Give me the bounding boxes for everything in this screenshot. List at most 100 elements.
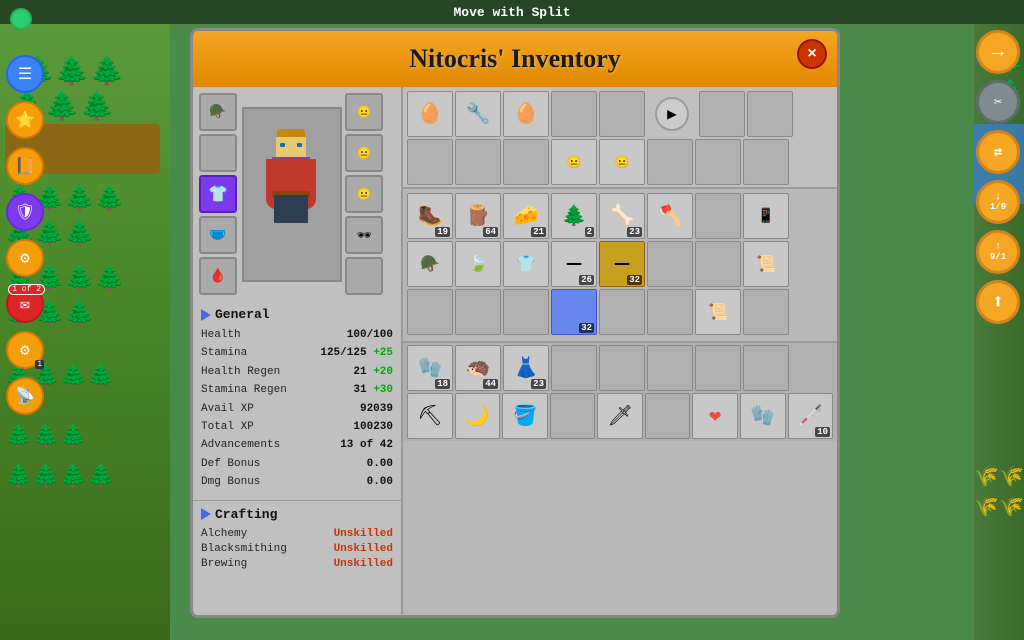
hay-bales-2: 🌾🌾: [974, 494, 1024, 520]
inventory-modal: Nitocris' Inventory × 🪖 👕 🩲 🩸: [190, 28, 840, 618]
main-cell-14[interactable]: [695, 241, 741, 287]
sidebar-icon-shield[interactable]: 🛡: [6, 193, 44, 231]
main-cell-8[interactable]: 🪖: [407, 241, 453, 287]
inv-cell-1-0[interactable]: [407, 139, 453, 185]
right-ui-panel: → ✂ ⇄ ↓1/9 ↑9/1 ⬆: [976, 30, 1020, 324]
inv-cell-1-2[interactable]: [503, 139, 549, 185]
mail-badge: 1 of 2: [8, 284, 45, 295]
bottom-cell-6[interactable]: [695, 345, 741, 391]
stats-section: General Health 100/100 Stamina 125/125 +…: [193, 301, 401, 500]
character-sprite-container: [242, 107, 342, 282]
tool-cell-7[interactable]: 🧤: [740, 393, 786, 439]
tool-cell-0[interactable]: ⛏: [407, 393, 453, 439]
main-cell-17[interactable]: [455, 289, 501, 335]
tool-cell-8[interactable]: 🦯10: [788, 393, 834, 439]
inv-cell-1-6[interactable]: [695, 139, 741, 185]
inv-cell-1-3[interactable]: 😐: [551, 139, 597, 185]
main-cell-19[interactable]: 32: [551, 289, 597, 335]
stat-health-regen: Health Regen 21 +20: [201, 365, 393, 380]
equip-slot-feet[interactable]: 🩸: [199, 257, 237, 295]
terrain-tree-8: 🌲🌲🌲: [5, 424, 87, 450]
down-9-btn[interactable]: ↓1/9: [976, 180, 1020, 224]
sidebar-icon-menu[interactable]: ☰: [6, 55, 44, 93]
main-cell-16[interactable]: [407, 289, 453, 335]
sidebar-icon-settings[interactable]: ⚙ 1: [6, 331, 44, 369]
top-bar: Move with Split: [0, 0, 1024, 24]
main-cell-11[interactable]: ━━26: [551, 241, 597, 287]
bottom-cell-5[interactable]: [647, 345, 693, 391]
equip-slot-r5[interactable]: [345, 257, 383, 295]
main-cell-3[interactable]: 🌲2: [551, 193, 597, 239]
inv-cell-1-4[interactable]: 😐: [599, 139, 645, 185]
up-9-btn[interactable]: ↑9/1: [976, 230, 1020, 274]
main-cell-18[interactable]: [503, 289, 549, 335]
tool-cell-2[interactable]: 🪣: [502, 393, 548, 439]
main-cell-2[interactable]: 🧀21: [503, 193, 549, 239]
nav-arrow-space: ▶: [647, 91, 697, 137]
bottom-inv-section: 🧤18 🦔44 👗23 ⛏ 🌙 🪣 🗡: [403, 341, 837, 441]
tool-cell-4[interactable]: 🗡: [597, 393, 643, 439]
stat-dmg-bonus: Dmg Bonus 0.00: [201, 475, 393, 490]
top-inv-section: 🥚 🔧 🥚 ▶ 😐: [403, 87, 837, 189]
bottom-cell-3[interactable]: [551, 345, 597, 391]
move-btn[interactable]: ⬆: [976, 280, 1020, 324]
main-cell-21[interactable]: [647, 289, 693, 335]
equip-slot-legs[interactable]: 🩲: [199, 216, 237, 254]
equip-slot-neck[interactable]: [199, 134, 237, 172]
sidebar-icon-star[interactable]: ⭐: [6, 101, 44, 139]
inv-cell-0-4[interactable]: [599, 91, 645, 137]
inv-cell-0-0[interactable]: 🥚: [407, 91, 453, 137]
inv-cell-0-1[interactable]: 🔧: [455, 91, 501, 137]
main-cell-1[interactable]: 🪵64: [455, 193, 501, 239]
main-cell-12[interactable]: ━━32: [599, 241, 645, 287]
tool-cell-5[interactable]: [645, 393, 691, 439]
bottom-cell-0[interactable]: 🧤18: [407, 345, 453, 391]
main-cell-23[interactable]: [743, 289, 789, 335]
inv-cell-0-7[interactable]: [747, 91, 793, 137]
inv-cell-1-7[interactable]: [743, 139, 789, 185]
swap-btn[interactable]: ⇄: [976, 130, 1020, 174]
main-cell-13[interactable]: [647, 241, 693, 287]
main-cell-4[interactable]: 🦴23: [599, 193, 645, 239]
main-cell-10[interactable]: 👕: [503, 241, 549, 287]
arrow-right-btn[interactable]: →: [976, 30, 1020, 74]
inv-cell-0-6[interactable]: [699, 91, 745, 137]
equip-slot-head[interactable]: 🪖: [199, 93, 237, 131]
equip-slot-r1[interactable]: 😐: [345, 93, 383, 131]
main-cell-15[interactable]: 📜: [743, 241, 789, 287]
sidebar-icon-radio[interactable]: 📡: [6, 377, 44, 415]
inv-row-1: 🥚 🔧 🥚 ▶: [407, 91, 833, 137]
tool-cell-6[interactable]: ❤: [692, 393, 738, 439]
inv-cell-0-3[interactable]: [551, 91, 597, 137]
char-head: [276, 137, 306, 159]
bottom-cell-1[interactable]: 🦔44: [455, 345, 501, 391]
equip-slot-r3[interactable]: 😐: [345, 175, 383, 213]
nav-arrow-button[interactable]: ▶: [655, 97, 689, 131]
tool-cell-3[interactable]: [550, 393, 596, 439]
sidebar-icon-book[interactable]: 📙: [6, 147, 44, 185]
main-cell-7[interactable]: 📱: [743, 193, 789, 239]
main-cell-5[interactable]: 🪓: [647, 193, 693, 239]
inv-cell-1-1[interactable]: [455, 139, 501, 185]
main-cell-20[interactable]: [599, 289, 645, 335]
tool-cell-1[interactable]: 🌙: [455, 393, 501, 439]
inv-cell-1-5[interactable]: [647, 139, 693, 185]
bottom-cell-7[interactable]: [743, 345, 789, 391]
sidebar-icon-mail[interactable]: ✉ 1 of 2: [6, 285, 44, 323]
close-button[interactable]: ×: [797, 39, 827, 69]
equip-slot-r2[interactable]: 😐: [345, 134, 383, 172]
bottom-cell-2[interactable]: 👗23: [503, 345, 549, 391]
main-cell-6[interactable]: [695, 193, 741, 239]
main-cell-9[interactable]: 🍃: [455, 241, 501, 287]
craft-brewing: Brewing Unskilled: [201, 558, 393, 570]
bottom-cell-4[interactable]: [599, 345, 645, 391]
tools-btn[interactable]: ✂: [976, 80, 1020, 124]
sidebar-icon-gear[interactable]: ⚙: [6, 239, 44, 277]
left-sidebar-icons: ☰ ⭐ 📙 🛡 ⚙ ✉ 1 of 2 ⚙ 1 📡: [6, 55, 44, 415]
stats-title: General: [215, 307, 270, 322]
equip-slot-chest[interactable]: 👕: [199, 175, 237, 213]
main-cell-22[interactable]: 📜: [695, 289, 741, 335]
equip-slot-r4[interactable]: 🕶: [345, 216, 383, 254]
inv-cell-0-2[interactable]: 🥚: [503, 91, 549, 137]
main-cell-0[interactable]: 🥾19: [407, 193, 453, 239]
